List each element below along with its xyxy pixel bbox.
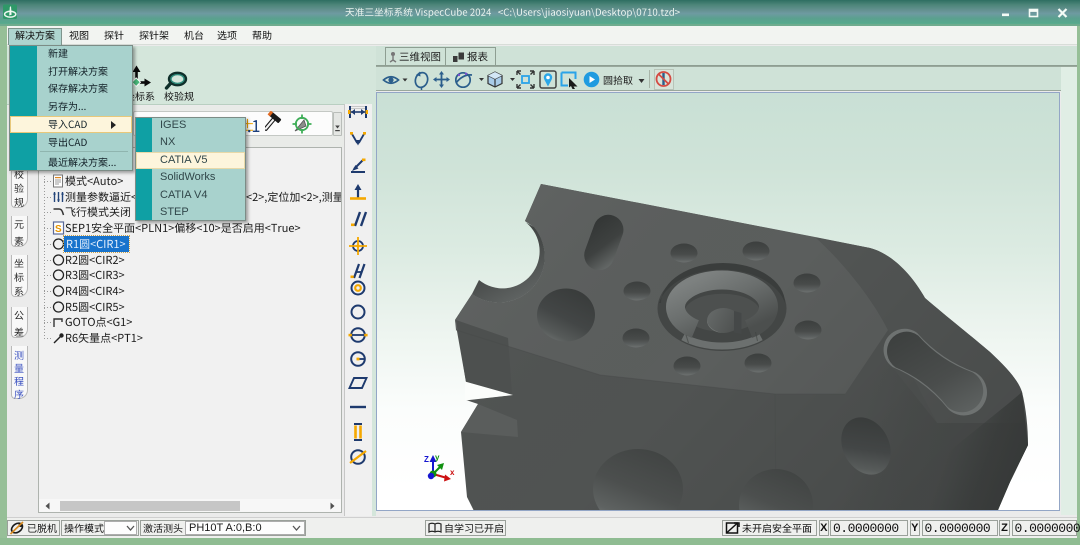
- svg-text:y: y: [435, 453, 440, 462]
- svg-text:S: S: [55, 224, 62, 235]
- svg-text:x: x: [450, 468, 455, 477]
- svg-text:Z: Z: [424, 455, 429, 464]
